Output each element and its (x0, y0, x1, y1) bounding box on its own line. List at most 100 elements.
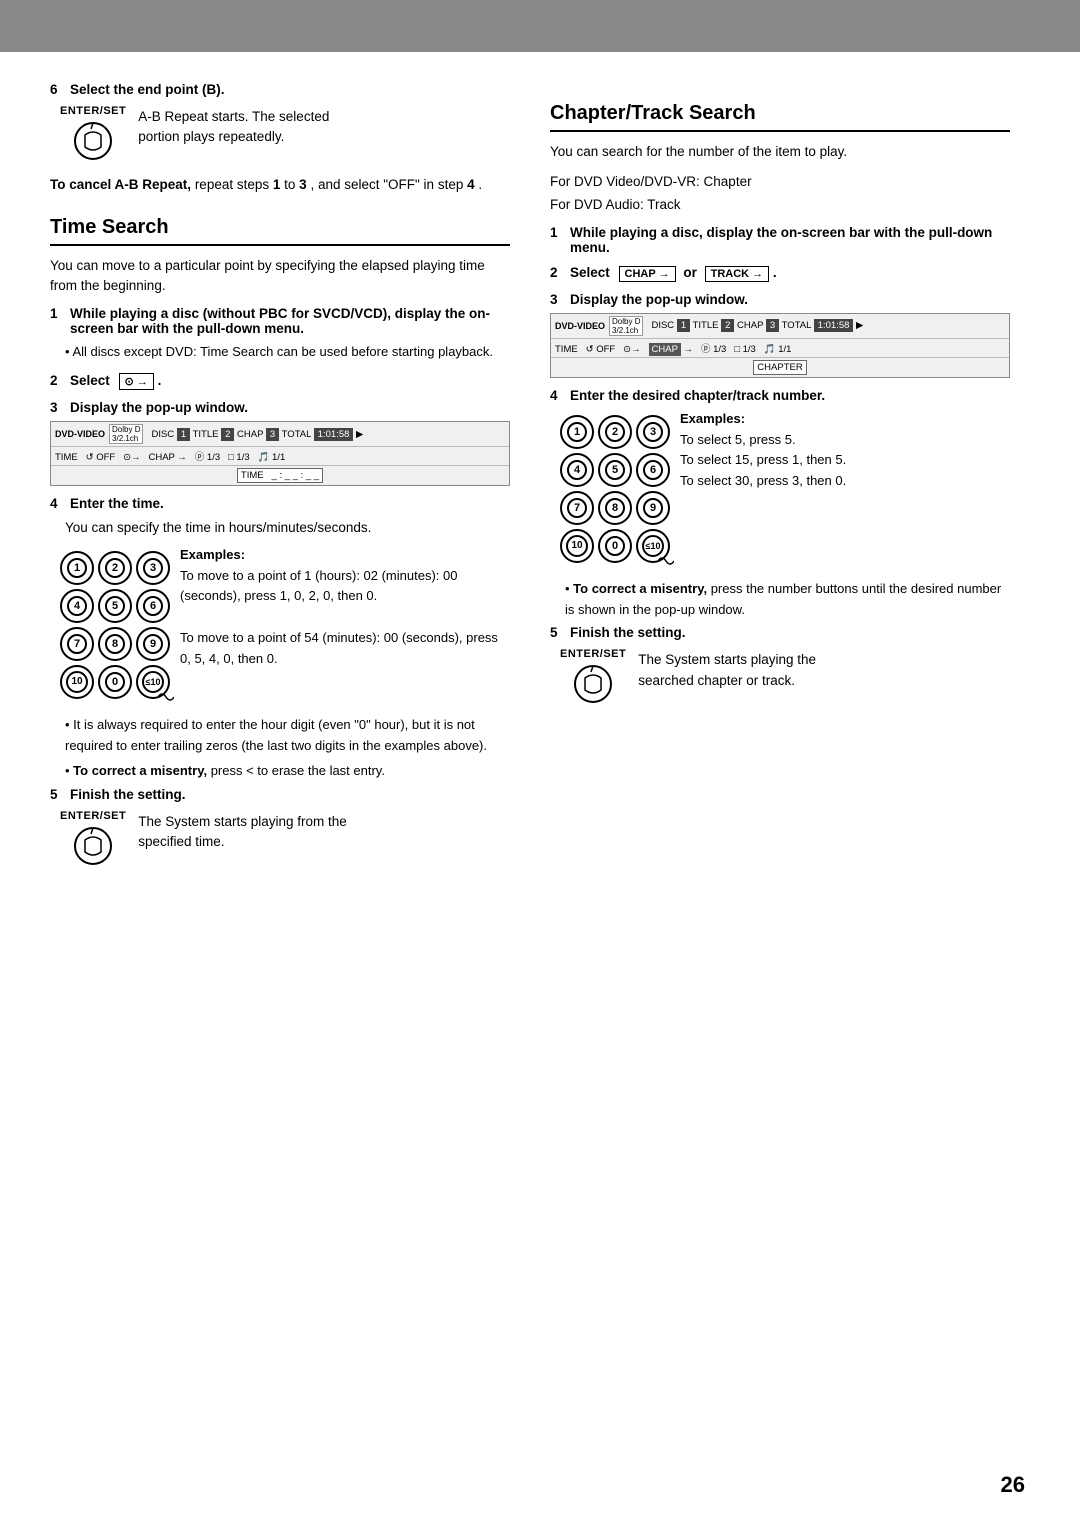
chapter-track-intro-1: You can search for the number of the ite… (550, 142, 1010, 162)
right-step-1-text: While playing a disc, display the on-scr… (570, 225, 1010, 255)
left-step-5-text: Finish the setting. (70, 787, 186, 802)
enter-set-label-3: ENTER/SET (560, 648, 626, 660)
right-step-1: 1 While playing a disc, display the on-s… (550, 225, 1010, 255)
right-step-3-text: Display the pop-up window. (570, 292, 748, 307)
enter-set-icon-3 (571, 662, 615, 706)
time-select-icon: ⊙ → (119, 373, 154, 390)
left-step-2-num: 2 (50, 373, 64, 388)
right-step-5: 5 Finish the setting. ENTER/SET The Syst… (550, 625, 1010, 706)
enter-set-text-1: A-B Repeat starts. The selected portion … (138, 105, 329, 148)
left-step-5: 5 Finish the setting. ENTER/SET The Syst… (50, 787, 510, 868)
right-step-2-num: 2 (550, 265, 564, 280)
time-search-intro: You can move to a particular point by sp… (50, 256, 510, 297)
r-num-btn-8[interactable]: 8 (598, 491, 632, 525)
header-bar (0, 0, 1080, 52)
enter-set-icon-2 (71, 824, 115, 868)
screen-row-1: DVD-VIDEO Dolby D3/2.1ch DISC 1 TITLE 2 … (51, 422, 509, 447)
right-step-4: 4 Enter the desired chapter/track number… (550, 388, 1010, 569)
r-num-btn-1[interactable]: 1 (560, 415, 594, 449)
enter-set-wrapper-2: ENTER/SET (60, 810, 126, 868)
left-step-1: 1 While playing a disc (without PBC for … (50, 306, 510, 363)
numpad-2: 1 2 3 4 5 6 7 8 9 10 0 ≤10 (560, 415, 670, 563)
left-column: 6 Select the end point (B). ENTER/SET A-… (50, 82, 510, 880)
r-num-btn-5[interactable]: 5 (598, 453, 632, 487)
screen2-row-3: CHAPTER (551, 358, 1009, 377)
num-btn-5[interactable]: 5 (98, 589, 132, 623)
step-6-number: 6 (50, 82, 64, 97)
left-step-4: 4 Enter the time. You can specify the ti… (50, 496, 510, 705)
r-num-btn-leq10[interactable]: ≤10 (636, 529, 670, 563)
right-step-1-num: 1 (550, 225, 564, 240)
enter-set-wrapper-1: ENTER/SET (60, 105, 126, 163)
right-bullet-1: To correct a misentry, press the number … (565, 579, 1010, 621)
num-btn-1[interactable]: 1 (60, 551, 94, 585)
examples-text-1: Examples: To move to a point of 1 (hours… (180, 545, 510, 670)
left-step-2-text: Select ⊙ → . (70, 373, 161, 390)
track-select-box: TRACK → (705, 266, 770, 282)
num-btn-6[interactable]: 6 (136, 589, 170, 623)
time-search-screen: DVD-VIDEO Dolby D3/2.1ch DISC 1 TITLE 2 … (50, 421, 510, 486)
left-step-4-num: 4 (50, 496, 64, 511)
chapter-track-title: Chapter/Track Search (550, 102, 1010, 132)
left-bullet-1: It is always required to enter the hour … (65, 715, 510, 757)
left-step-4-body: You can specify the time in hours/minute… (65, 517, 510, 539)
examples-text-2: Examples: To select 5, press 5. To selec… (680, 409, 846, 492)
num-btn-9[interactable]: 9 (136, 627, 170, 661)
num-btn-0[interactable]: 0 (98, 665, 132, 699)
chapter-search-screen: DVD-VIDEO Dolby D3/2.1ch DISC 1 TITLE 2 … (550, 313, 1010, 378)
numpad-1: 1 2 3 4 5 6 7 8 9 10 0 ≤10 (60, 551, 170, 699)
right-step-5-text: Finish the setting. (570, 625, 686, 640)
left-step-4-text: Enter the time. (70, 496, 164, 511)
r-num-btn-4[interactable]: 4 (560, 453, 594, 487)
right-step-2: 2 Select CHAP → or TRACK → . (550, 265, 1010, 282)
r-num-btn-10[interactable]: 10 (560, 529, 594, 563)
screen2-row-2: TIME ↺ OFF ⊙→ CHAP → ⓟ 1/3 □ 1/3 🎵 1/1 (551, 339, 1009, 358)
enter-set-block-2: ENTER/SET The System starts playing from… (60, 810, 510, 868)
numpad-examples-wrapper-1: 1 2 3 4 5 6 7 8 9 10 0 ≤10 (50, 545, 510, 705)
left-step-3: 3 Display the pop-up window. DVD-VIDEO D… (50, 400, 510, 486)
r-num-btn-6[interactable]: 6 (636, 453, 670, 487)
enter-set-text-3: The System starts playing the searched c… (638, 648, 816, 691)
enter-set-block-3: ENTER/SET The System starts playing the … (560, 648, 1010, 706)
cancel-note: To cancel A-B Repeat, repeat steps 1 to … (50, 175, 510, 196)
r-num-btn-3[interactable]: 3 (636, 415, 670, 449)
right-step-3: 3 Display the pop-up window. DVD-VIDEO D… (550, 292, 1010, 378)
r-num-btn-2[interactable]: 2 (598, 415, 632, 449)
left-step-2: 2 Select ⊙ → . (50, 373, 510, 390)
num-btn-2[interactable]: 2 (98, 551, 132, 585)
num-btn-leq10[interactable]: ≤10 (136, 665, 170, 699)
enter-set-label-1: ENTER/SET (60, 105, 126, 117)
time-search-title: Time Search (50, 216, 510, 246)
step-6-text: Select the end point (B). (70, 82, 225, 97)
left-bullet-2: To correct a misentry, press < to erase … (65, 761, 510, 782)
numpad-examples-wrapper-2: 1 2 3 4 5 6 7 8 9 10 0 ≤10 (550, 409, 1010, 569)
left-step-1-num: 1 (50, 306, 64, 321)
right-step-4-text: Enter the desired chapter/track number. (570, 388, 825, 403)
step-6-block: 6 Select the end point (B). ENTER/SET A-… (50, 82, 510, 196)
left-step-1-bullet: All discs except DVD: Time Search can be… (65, 342, 510, 363)
r-num-btn-7[interactable]: 7 (560, 491, 594, 525)
chapter-track-intro-3: For DVD Audio: Track (550, 195, 1010, 215)
right-column: Chapter/Track Search You can search for … (550, 82, 1010, 880)
num-btn-7[interactable]: 7 (60, 627, 94, 661)
screen-time-label: TIME _ : _ _ : _ _ (237, 468, 323, 483)
right-step-2-text: Select CHAP → or TRACK → . (570, 265, 777, 282)
num-btn-3[interactable]: 3 (136, 551, 170, 585)
r-num-btn-9[interactable]: 9 (636, 491, 670, 525)
right-step-4-num: 4 (550, 388, 564, 403)
enter-set-block-1: ENTER/SET A-B Repeat starts. The selecte… (60, 105, 510, 163)
left-step-5-num: 5 (50, 787, 64, 802)
screen2-row-1: DVD-VIDEO Dolby D3/2.1ch DISC 1 TITLE 2 … (551, 314, 1009, 339)
chapter-track-intro-2: For DVD Video/DVD-VR: Chapter (550, 172, 1010, 192)
screen-chapter-label: CHAPTER (753, 360, 806, 375)
right-step-5-num: 5 (550, 625, 564, 640)
num-btn-8[interactable]: 8 (98, 627, 132, 661)
num-btn-4[interactable]: 4 (60, 589, 94, 623)
r-num-btn-0[interactable]: 0 (598, 529, 632, 563)
left-step-1-text: While playing a disc (without PBC for SV… (70, 306, 510, 336)
enter-set-label-2: ENTER/SET (60, 810, 126, 822)
left-step-3-text: Display the pop-up window. (70, 400, 248, 415)
num-btn-10[interactable]: 10 (60, 665, 94, 699)
left-step-3-num: 3 (50, 400, 64, 415)
screen-row-2: TIME ↺ OFF ⊙→ CHAP → ⓟ 1/3 □ 1/3 🎵 1/1 (51, 447, 509, 466)
